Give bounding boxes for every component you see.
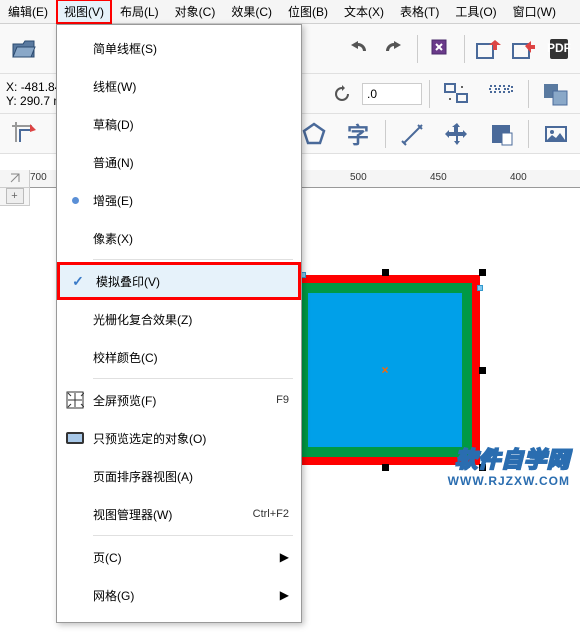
menu-enhanced[interactable]: 增强(E) (57, 181, 301, 219)
shaping-button[interactable] (536, 74, 576, 114)
menu-simple-wireframe[interactable]: 简单线框(S) (57, 29, 301, 67)
menu-grid[interactable]: 网格(G) ▶ (57, 576, 301, 614)
preview-selected-icon (57, 431, 93, 445)
export-button[interactable] (508, 33, 540, 65)
distribute-button[interactable] (481, 74, 521, 114)
move-tool[interactable] (437, 114, 477, 154)
menu-object[interactable]: 对象(C) (167, 0, 224, 24)
menu-table[interactable]: 表格(T) (392, 0, 447, 24)
toolbar-divider (528, 120, 529, 148)
coordinates-display: X: -481.844 Y: 290.7 m (4, 78, 64, 110)
check-icon: ✓ (72, 273, 84, 290)
selection-handle[interactable] (382, 464, 389, 471)
selection-handle[interactable] (382, 269, 389, 276)
add-page-button[interactable]: + (6, 188, 24, 204)
align-button[interactable] (437, 74, 477, 114)
menu-view[interactable]: 视图(V) (56, 0, 112, 24)
watermark-title: 软件自学网 (448, 442, 570, 474)
dimension-tool[interactable] (393, 114, 433, 154)
menu-bitmap[interactable]: 位图(B) (280, 0, 336, 24)
menu-fullscreen-preview[interactable]: 全屏预览(F) F9 (57, 381, 301, 419)
crop-tool[interactable] (4, 114, 44, 154)
menu-rasterize[interactable]: 光栅化复合效果(Z) (57, 300, 301, 338)
redo-button[interactable] (378, 33, 410, 65)
toolbar-divider (429, 80, 430, 108)
undo-button[interactable] (342, 33, 374, 65)
toolbar-divider (528, 80, 529, 108)
menu-text[interactable]: 文本(X) (336, 0, 392, 24)
media-button[interactable] (536, 114, 576, 154)
search-button[interactable] (425, 33, 457, 65)
rotation-input[interactable] (362, 83, 422, 105)
menu-simulate-overprint[interactable]: ✓ 模拟叠印(V) (57, 262, 301, 300)
watermark-url: WWW.RJZXW.COM (448, 474, 570, 488)
submenu-arrow-icon: ▶ (280, 588, 289, 602)
menu-page-sorter[interactable]: 页面排序器视图(A) (57, 457, 301, 495)
import-button[interactable] (472, 33, 504, 65)
toolbar-divider (464, 35, 465, 63)
menu-window[interactable]: 窗口(W) (505, 0, 564, 24)
menu-draft[interactable]: 草稿(D) (57, 105, 301, 143)
menu-edit[interactable]: 编辑(E) (0, 0, 56, 24)
menu-separator (93, 378, 293, 379)
svg-text:PDF: PDF (547, 41, 571, 55)
menu-layout[interactable]: 布局(L) (112, 0, 167, 24)
text-tool[interactable]: 字 (338, 114, 378, 154)
menu-view-manager[interactable]: 视图管理器(W) Ctrl+F2 (57, 495, 301, 533)
node-handle[interactable] (477, 285, 483, 291)
menu-effect[interactable]: 效果(C) (223, 0, 280, 24)
view-menu-dropdown: 简单线框(S) 线框(W) 草稿(D) 普通(N) 增强(E) 像素(X) ✓ … (56, 24, 302, 623)
menu-normal[interactable]: 普通(N) (57, 143, 301, 181)
hints-button[interactable] (481, 114, 521, 154)
pdf-button[interactable]: PDF (544, 33, 576, 65)
menu-separator (93, 535, 293, 536)
menu-pixel[interactable]: 像素(X) (57, 219, 301, 257)
rotation-button[interactable] (326, 78, 358, 110)
watermark: 软件自学网 WWW.RJZXW.COM (448, 442, 570, 488)
open-button[interactable] (4, 29, 44, 69)
menu-page[interactable]: 页(C) ▶ (57, 538, 301, 576)
radio-checked-icon (72, 197, 79, 204)
menu-preview-selected[interactable]: 只预览选定的对象(O) (57, 419, 301, 457)
menubar: 编辑(E) 视图(V) 布局(L) 对象(C) 效果(C) 位图(B) 文本(X… (0, 0, 580, 24)
toolbar-divider (417, 35, 418, 63)
menu-separator (93, 259, 293, 260)
selection-handle[interactable] (479, 367, 486, 374)
selection-handle[interactable] (479, 269, 486, 276)
menu-tools[interactable]: 工具(O) (447, 0, 504, 24)
menu-wireframe[interactable]: 线框(W) (57, 67, 301, 105)
fullscreen-icon (57, 391, 93, 409)
toolbar-divider (385, 120, 386, 148)
selected-object[interactable]: × (290, 275, 480, 465)
center-marker-icon: × (381, 363, 388, 377)
submenu-arrow-icon: ▶ (280, 550, 289, 564)
ruler-corner: + (0, 170, 30, 206)
menu-proof-colors[interactable]: 校样颜色(C) (57, 338, 301, 376)
